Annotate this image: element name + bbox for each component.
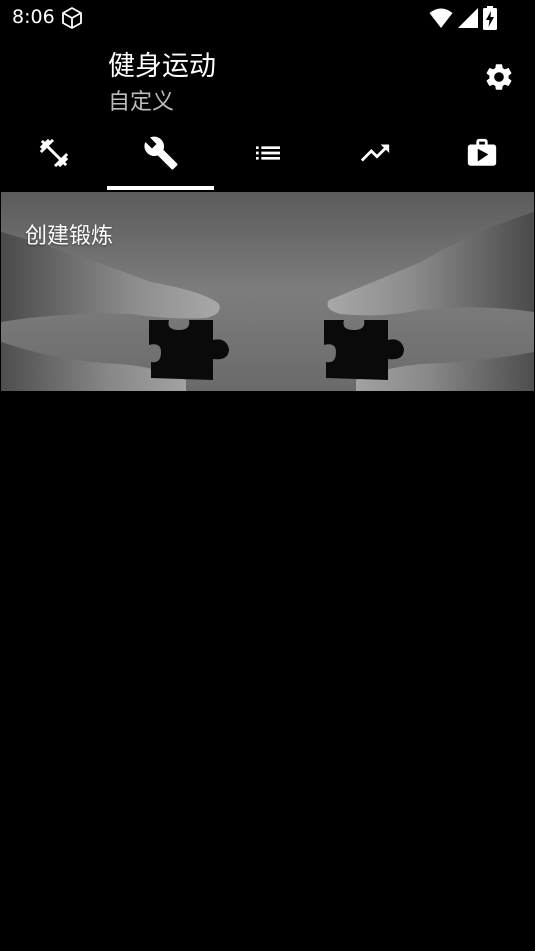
status-icons xyxy=(429,6,497,30)
tab-progress[interactable] xyxy=(321,120,428,190)
app-title: 健身运动 xyxy=(108,51,216,82)
gear-icon xyxy=(483,61,515,97)
wifi-icon xyxy=(429,7,453,29)
tab-workouts[interactable] xyxy=(0,120,107,190)
tab-bar xyxy=(0,120,535,190)
status-bar: 8:06 xyxy=(0,0,535,36)
fitness-dumbbell-icon xyxy=(37,136,71,174)
tab-custom[interactable] xyxy=(107,120,214,190)
list-icon xyxy=(252,137,284,173)
app-bar: 健身运动 自定义 xyxy=(0,36,535,120)
status-time: 8:06 xyxy=(12,6,55,28)
create-workout-card[interactable]: 创建锻炼 xyxy=(1,192,534,391)
cube-icon xyxy=(60,6,84,30)
tab-videos[interactable] xyxy=(428,120,535,190)
tab-list[interactable] xyxy=(214,120,321,190)
create-workout-label: 创建锻炼 xyxy=(25,224,114,249)
app-screen: 8:06 健身运动 自定义 创建锻炼 xyxy=(0,0,535,951)
battery-charging-icon xyxy=(483,6,497,30)
cell-signal-icon xyxy=(457,7,479,29)
app-subtitle: 自定义 xyxy=(108,90,175,115)
wrench-icon xyxy=(143,135,179,175)
play-bag-icon xyxy=(465,136,499,174)
settings-button[interactable] xyxy=(480,60,518,98)
trending-up-icon xyxy=(358,136,392,174)
